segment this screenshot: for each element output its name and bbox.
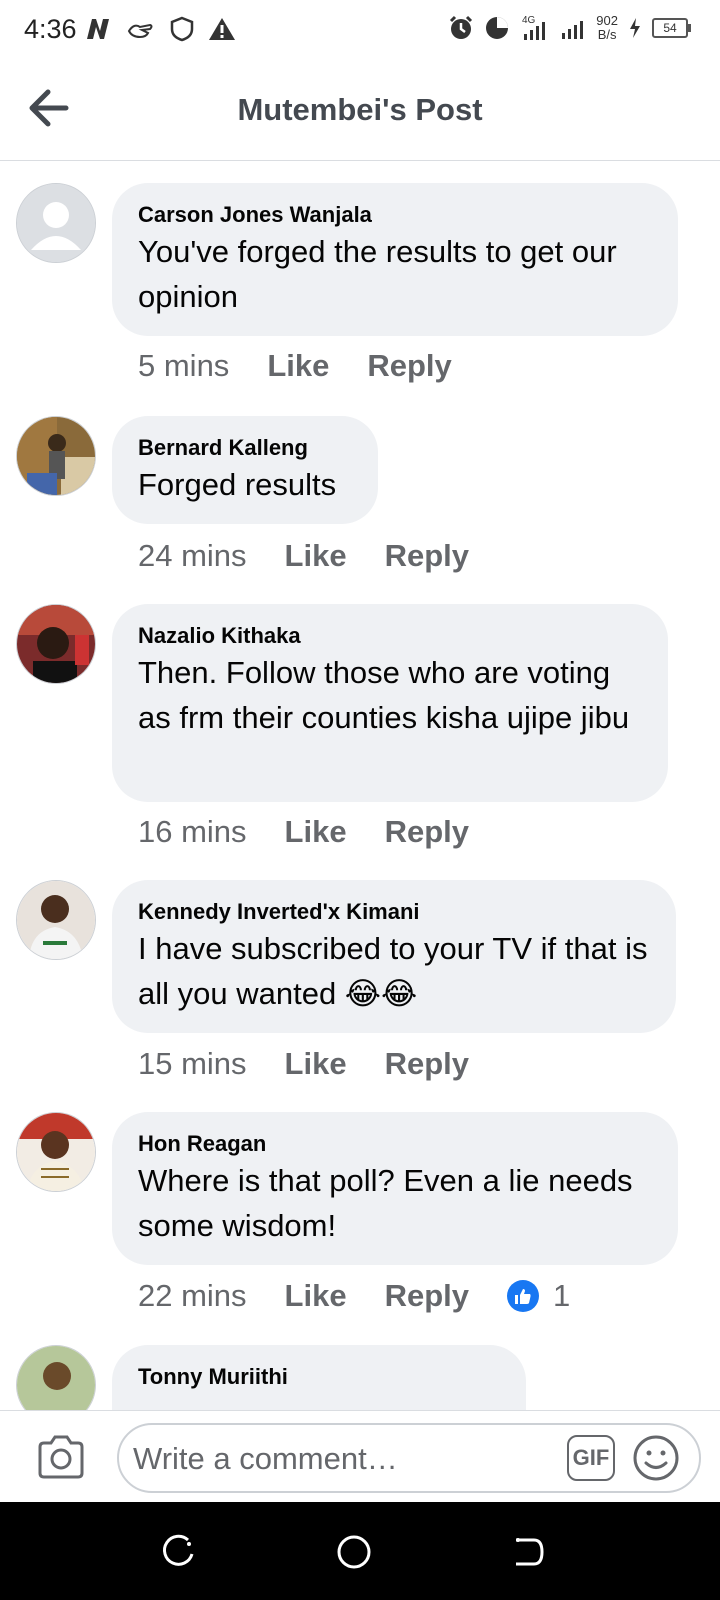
status-notification-icons: [84, 16, 236, 42]
comment-author[interactable]: Tonny Muriithi: [138, 1363, 500, 1391]
camera-icon: [38, 1435, 84, 1479]
avatar[interactable]: [16, 416, 96, 496]
comment-time[interactable]: 16 mins: [138, 814, 247, 850]
comment-author[interactable]: Bernard Kalleng: [138, 434, 352, 462]
post-header: Mutembei's Post: [0, 64, 720, 161]
comment-bubble[interactable]: Carson Jones Wanjala You've forged the r…: [112, 183, 678, 336]
page-title: Mutembei's Post: [237, 92, 483, 127]
gif-button[interactable]: GIF: [567, 1435, 615, 1481]
profile-photo-icon: [17, 417, 95, 495]
status-bar: 4:36 4G 902 B/s 54: [0, 0, 720, 64]
reply-button[interactable]: Reply: [385, 1046, 469, 1082]
comment-text: Where is that poll? Even a lie needs som…: [138, 1163, 633, 1243]
like-button[interactable]: Like: [285, 1278, 347, 1314]
data-usage-icon: [486, 17, 509, 39]
camera-button[interactable]: [36, 1433, 86, 1481]
avatar[interactable]: [16, 1345, 96, 1410]
recents-icon: [163, 1534, 194, 1566]
comment-text: Forged results: [138, 467, 337, 502]
comment-author[interactable]: Carson Jones Wanjala: [138, 201, 652, 229]
hand-notification-icon: [127, 23, 153, 39]
reaction-count: 1: [553, 1278, 571, 1313]
comment-actions: 5 mins Like Reply: [138, 348, 490, 384]
reply-button[interactable]: Reply: [385, 814, 469, 850]
battery-indicator: 54: [652, 18, 691, 38]
comment-bubble[interactable]: Nazalio Kithaka Then. Follow those who a…: [112, 604, 668, 802]
status-time: 4:36: [24, 14, 77, 44]
alarm-icon: [450, 15, 473, 39]
smiley-icon: [633, 1435, 679, 1481]
comment-author[interactable]: Kennedy Inverted'x Kimani: [138, 898, 650, 926]
like-button[interactable]: Like: [285, 1046, 347, 1082]
profile-photo-icon: [17, 881, 95, 959]
default-avatar-icon: [17, 184, 95, 262]
network-speed-value: 902: [596, 13, 618, 28]
comment-actions: 16 mins Like Reply: [138, 814, 507, 850]
like-button[interactable]: Like: [285, 538, 347, 574]
comment-input[interactable]: [131, 1435, 555, 1483]
svg-text:4G: 4G: [522, 15, 536, 26]
comment-list[interactable]: Carson Jones Wanjala You've forged the r…: [0, 160, 720, 1410]
comment-author[interactable]: Nazalio Kithaka: [138, 622, 642, 650]
reaction-summary[interactable]: 1: [507, 1278, 570, 1314]
network-speed-unit: B/s: [597, 27, 617, 42]
comment-time[interactable]: 22 mins: [138, 1278, 247, 1314]
comment-time[interactable]: 24 mins: [138, 538, 247, 574]
comment-author[interactable]: Hon Reagan: [138, 1130, 652, 1158]
comment-time[interactable]: 15 mins: [138, 1046, 247, 1082]
comment-bubble[interactable]: Bernard Kalleng Forged results: [112, 416, 378, 524]
signal-4g-icon: 4G: [522, 15, 546, 40]
profile-photo-icon: [17, 1113, 95, 1191]
reply-button[interactable]: Reply: [367, 348, 451, 384]
comment-text: I have subscribed to your TV if that is …: [138, 931, 648, 1011]
like-button[interactable]: Like: [267, 348, 329, 384]
news-app-icon: [87, 19, 109, 39]
thumbs-up-icon: [507, 1280, 539, 1312]
avatar[interactable]: [16, 1112, 96, 1192]
profile-photo-icon: [17, 605, 95, 683]
comment-actions: 24 mins Like Reply: [138, 538, 507, 574]
signal-icon: [562, 21, 584, 39]
home-circle-icon: [337, 1535, 371, 1569]
back-nav-icon: [516, 1538, 544, 1566]
recents-button[interactable]: [160, 1532, 200, 1572]
charging-icon: [630, 18, 640, 38]
comment-actions: 15 mins Like Reply: [138, 1046, 507, 1082]
profile-photo-icon: [17, 1346, 95, 1410]
reply-button[interactable]: Reply: [385, 1278, 469, 1314]
back-nav-button[interactable]: [508, 1532, 548, 1572]
status-system-icons: 4G 902 B/s 54: [448, 14, 691, 42]
network-speed: 902 B/s: [596, 14, 618, 42]
emoji-button[interactable]: [631, 1433, 681, 1483]
comment-bubble[interactable]: Kennedy Inverted'x Kimani I have subscri…: [112, 880, 676, 1033]
avatar[interactable]: [16, 183, 96, 263]
warning-icon: [209, 18, 235, 40]
comment-composer: GIF: [0, 1410, 720, 1503]
home-button[interactable]: [334, 1532, 374, 1572]
comment-time[interactable]: 5 mins: [138, 348, 229, 384]
comment-text: Then. Follow those who are voting as frm…: [138, 655, 630, 735]
like-button[interactable]: Like: [285, 814, 347, 850]
avatar[interactable]: [16, 604, 96, 684]
avatar[interactable]: [16, 880, 96, 960]
system-navigation-bar: [0, 1502, 720, 1600]
comment-actions: 22 mins Like Reply 1: [138, 1278, 570, 1314]
shield-icon: [170, 16, 194, 42]
comment-bubble[interactable]: Hon Reagan Where is that poll? Even a li…: [112, 1112, 678, 1265]
comment-text: You've forged the results to get our opi…: [138, 234, 617, 314]
comment-bubble[interactable]: Tonny Muriithi: [112, 1345, 526, 1410]
comment-input-box[interactable]: GIF: [117, 1423, 701, 1493]
reply-button[interactable]: Reply: [385, 538, 469, 574]
